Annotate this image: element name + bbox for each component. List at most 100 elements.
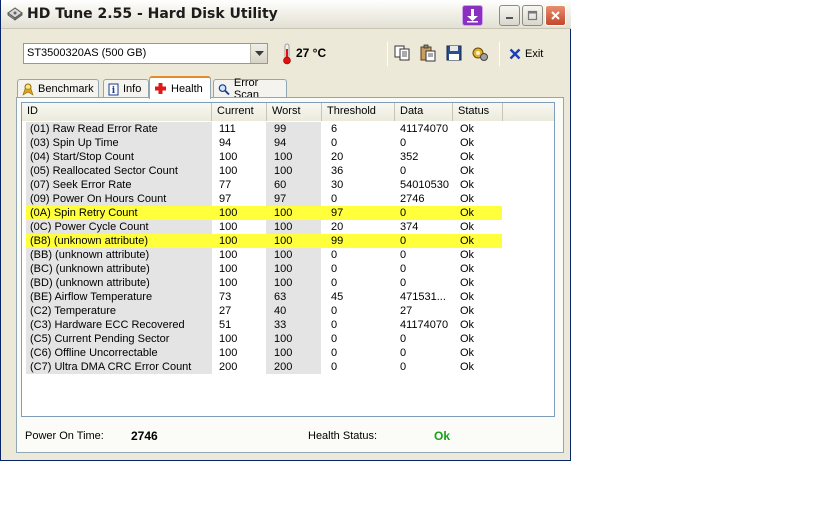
cell-data: 471531... [400,291,446,303]
cell-current: 100 [219,207,238,219]
table-row[interactable]: (05) Reallocated Sector Count 100 100 36 0 Ok [22,164,554,178]
cell-worst: 100 [274,165,293,177]
table-row[interactable]: (01) Raw Read Error Rate 111 99 6 41174070 Ok [22,122,554,136]
cell-id: (BC) (unknown attribute) [30,263,150,275]
smart-attributes-table[interactable]: ID Current Worst Threshold Data Status (… [21,102,555,417]
cell-threshold: 0 [331,249,338,261]
tab-error-scan[interactable]: Error Scan [213,77,287,101]
close-button[interactable] [545,5,566,26]
cell-worst: 100 [274,151,293,163]
copy-icon[interactable] [393,44,411,62]
column-header-status[interactable]: Status [453,103,503,121]
exit-label: Exit [525,48,544,60]
column-header-id[interactable]: ID [22,103,212,121]
cell-id: (0A) Spin Retry Count [30,207,138,219]
cell-threshold: 20 [331,221,344,233]
column-header-current[interactable]: Current [212,103,267,121]
table-row[interactable]: (B8) (unknown attribute) 100 100 99 0 Ok [22,234,554,248]
cell-current: 77 [219,179,232,191]
cell-data: 352 [400,151,419,163]
cell-current: 200 [219,361,238,373]
cell-status: Ok [460,123,475,135]
tab-health[interactable]: Health [149,76,211,99]
table-header: ID Current Worst Threshold Data Status [22,103,554,121]
cell-current: 73 [219,291,232,303]
cell-worst: 33 [274,319,287,331]
cell-worst: 100 [274,347,293,359]
cell-worst: 63 [274,291,287,303]
cell-current: 100 [219,151,238,163]
cell-threshold: 20 [331,151,344,163]
cell-data: 2746 [400,193,425,205]
toolbar: ST3500320AS (500 GB) 27 °C Exit [9,34,561,74]
cell-id: (C3) Hardware ECC Recovered [30,319,185,331]
cell-data: 41174070 [400,123,449,135]
cell-data: 0 [400,347,407,359]
health-status-value: Ok [434,429,451,443]
cell-status: Ok [460,235,475,247]
cell-data: 41174070 [400,319,449,331]
cell-current: 111 [219,123,236,135]
cell-threshold: 0 [331,319,338,331]
table-row[interactable]: (03) Spin Up Time 94 94 0 0 Ok [22,136,554,150]
title-bar[interactable]: HD Tune 2.55 - Hard Disk Utility [1,0,571,29]
table-row[interactable]: (07) Seek Error Rate 77 60 30 54010530 Ok [22,178,554,192]
table-row[interactable]: (C6) Offline Uncorrectable 100 100 0 0 Ok [22,346,554,360]
cell-data: 0 [400,361,407,373]
cell-status: Ok [460,319,475,331]
table-row[interactable]: (BC) (unknown attribute) 100 100 0 0 Ok [22,262,554,276]
toolbar-separator [387,42,388,66]
magnifier-icon [218,83,230,95]
table-row[interactable]: (C3) Hardware ECC Recovered 51 33 0 41174070… [22,318,554,332]
column-header-data[interactable]: Data [395,103,453,121]
cell-data: 27 [400,305,413,317]
cell-data: 0 [400,277,407,289]
x-icon [509,48,521,60]
cell-threshold: 6 [331,123,338,135]
minimize-button[interactable] [499,5,520,26]
save-icon[interactable] [445,44,463,62]
cell-status: Ok [460,137,475,149]
cell-threshold: 97 [331,207,344,219]
cell-id: (05) Reallocated Sector Count [30,165,178,177]
paste-icon[interactable] [419,44,437,62]
cell-id: (C2) Temperature [30,305,116,317]
table-row[interactable]: (04) Start/Stop Count 100 100 20 352 Ok [22,150,554,164]
cell-threshold: 0 [331,277,338,289]
cell-current: 100 [219,347,238,359]
tab-benchmark[interactable]: Benchmark [17,79,99,98]
tab-info[interactable]: i Info [103,79,149,98]
window-title: HD Tune 2.55 - Hard Disk Utility [27,6,278,22]
cell-current: 100 [219,235,238,247]
table-row[interactable]: (BD) (unknown attribute) 100 100 0 0 Ok [22,276,554,290]
drive-select[interactable]: ST3500320AS (500 GB) [23,43,268,64]
table-row[interactable]: (0C) Power Cycle Count 100 100 20 374 Ok [22,220,554,234]
column-header-worst[interactable]: Worst [267,103,322,121]
table-row[interactable]: (C7) Ultra DMA CRC Error Count 200 200 0 0 Ok [22,360,554,374]
drive-dropdown-button[interactable] [250,44,267,63]
cell-status: Ok [460,221,475,233]
app-disk-icon [7,7,23,21]
cell-id: (C6) Offline Uncorrectable [30,347,158,359]
column-header-threshold[interactable]: Threshold [322,103,395,121]
cell-id: (C7) Ultra DMA CRC Error Count [30,361,192,373]
exit-button[interactable]: Exit [509,46,543,62]
maximize-button[interactable] [522,5,543,26]
table-row[interactable]: (BE) Airflow Temperature 73 63 45 471531... O… [22,290,554,304]
cell-worst: 100 [274,221,293,233]
cell-data: 0 [400,165,407,177]
cell-id: (04) Start/Stop Count [30,151,134,163]
cell-data: 374 [400,221,419,233]
table-row[interactable]: (C5) Current Pending Sector 100 100 0 0 Ok [22,332,554,346]
download-button[interactable] [462,5,483,26]
table-row[interactable]: (09) Power On Hours Count 97 97 0 2746 Ok [22,192,554,206]
table-row[interactable]: (C2) Temperature 27 40 0 27 Ok [22,304,554,318]
arrow-down-icon [467,9,478,23]
cell-threshold: 36 [331,165,344,177]
cell-data: 0 [400,263,407,275]
table-row[interactable]: (BB) (unknown attribute) 100 100 0 0 Ok [22,248,554,262]
table-row[interactable]: (0A) Spin Retry Count 100 100 97 0 Ok [22,206,554,220]
options-icon[interactable] [471,44,489,62]
cell-worst: 60 [274,179,287,191]
cell-threshold: 0 [331,137,338,149]
